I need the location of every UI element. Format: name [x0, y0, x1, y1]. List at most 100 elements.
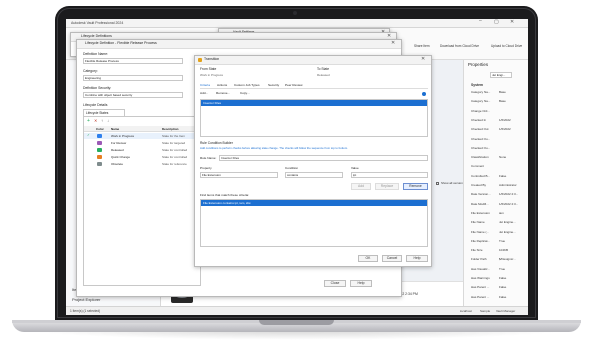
- state-row[interactable]: Obsolete State for reference: [84, 161, 200, 167]
- close-icon[interactable]: ✕: [391, 41, 395, 46]
- minimize-icon[interactable]: –: [479, 19, 482, 24]
- definition-name-label: Definition Name:: [83, 52, 109, 56]
- help-button[interactable]: Help: [350, 280, 372, 287]
- state-name: For Review: [111, 140, 127, 145]
- property-name: Change Ord...: [471, 108, 490, 113]
- rule-name-value: Inventor Files: [221, 156, 240, 160]
- property-name: Checked Ou...: [471, 145, 491, 150]
- state-description: State for reference: [162, 161, 187, 166]
- properties-dropdown[interactable]: Jet Engi...: [490, 72, 512, 78]
- definition-security-select[interactable]: Combine with object based security: [83, 92, 183, 98]
- copy-rule-button[interactable]: Copy...: [240, 91, 250, 95]
- state-color-icon: [97, 148, 102, 152]
- show-all-versions[interactable]: Show all versions: [436, 181, 466, 187]
- transition-title-bar: Transition ✕: [195, 56, 431, 65]
- transition-dialog: Transition ✕ From State Work in Progress…: [194, 55, 432, 267]
- value-value: ipt: [353, 173, 357, 177]
- close-icon[interactable]: ✕: [421, 57, 425, 62]
- status-selection: 1 Item(s) (1 selected): [70, 308, 101, 313]
- property-value: False: [499, 276, 507, 280]
- property-name: Category Na...: [471, 99, 491, 104]
- value-label: Value: [351, 166, 359, 170]
- from-state-value: Work in Progress: [200, 73, 223, 77]
- state-description: State for controlled: [162, 154, 188, 159]
- laptop-notch: [259, 320, 334, 325]
- tab-custom-job-types[interactable]: Custom Job Types: [234, 83, 260, 87]
- download-cloud-button[interactable]: Download from Cloud Drive: [440, 44, 479, 48]
- tab-criteria[interactable]: Criteria: [200, 83, 210, 87]
- help-button[interactable]: Help: [406, 255, 428, 262]
- lifecycle-definitions-title: Lifecycle Definitions: [81, 34, 112, 38]
- property-name: Category Na...: [471, 90, 491, 94]
- property-name: Has Warnings: [471, 276, 490, 280]
- properties-title: Properties: [468, 62, 489, 67]
- add-condition-button[interactable]: Add: [351, 183, 371, 190]
- property-value: True: [499, 266, 506, 271]
- state-row[interactable]: For Review State for targeted: [84, 140, 200, 146]
- property-select[interactable]: File Extension: [200, 172, 278, 178]
- value-field[interactable]: ipt: [351, 172, 428, 178]
- condition-select[interactable]: contains: [285, 172, 343, 178]
- property-value: False: [499, 173, 507, 178]
- states-header: Color Name Description: [84, 126, 200, 132]
- info-icon[interactable]: [422, 92, 426, 96]
- move-up-icon[interactable]: ↑: [101, 119, 103, 123]
- nav-project-explorer[interactable]: Project Explorer: [72, 298, 100, 302]
- tab-peer-review[interactable]: Peer Review: [285, 83, 303, 87]
- properties-section: System: [471, 83, 484, 87]
- status-vault: Sample: [480, 308, 491, 313]
- close-icon[interactable]: ✕: [510, 20, 514, 25]
- property-value: iam: [499, 210, 504, 215]
- delete-state-icon[interactable]: ✕: [94, 119, 97, 123]
- definition-name-field[interactable]: Flexible Release Process: [83, 58, 183, 64]
- screen: Autodesk Vault Professional 2024 ✕ ▢ – C…: [66, 19, 528, 315]
- status-manager: Vault Manager: [496, 308, 516, 313]
- remove-condition-button[interactable]: Remove: [403, 183, 428, 190]
- state-description: State for the Item: [162, 133, 186, 138]
- property-value: Base: [499, 99, 506, 104]
- definition-security-value: Combine with object based security: [85, 93, 133, 97]
- property-value: False: [499, 294, 507, 299]
- default-state-icon: ✓: [87, 133, 90, 137]
- property-name: Checked Ou...: [471, 136, 491, 141]
- webcam-icon: [293, 11, 297, 15]
- state-row[interactable]: ✓ Work in Progress State for the Item: [84, 133, 200, 139]
- category-select[interactable]: Engineering: [83, 75, 183, 81]
- property-value: Jet Engine...: [499, 220, 516, 225]
- tab-actions[interactable]: Actions: [217, 83, 227, 87]
- status-bar: 1 Item(s) (1 selected) localhost Sample …: [66, 306, 528, 315]
- properties-dropdown-value: Jet Engi...: [492, 73, 506, 77]
- rule-row-selected[interactable]: Inventor Files: [201, 100, 427, 106]
- show-all-versions-label: Show all versions: [441, 181, 465, 185]
- property-name: Checked In: [471, 117, 487, 122]
- close-button[interactable]: Close: [324, 280, 346, 287]
- remove-rule-button[interactable]: Remove...: [216, 91, 230, 95]
- maximize-icon[interactable]: ▢: [494, 20, 499, 25]
- ok-button[interactable]: OK: [358, 255, 378, 262]
- property-value: 1/6/2022 2:3...: [499, 201, 519, 206]
- state-row[interactable]: Released State for controlled: [84, 147, 200, 153]
- property-value: 1/6/2022: [499, 127, 511, 132]
- property-value: 1/6/2022 2:3...: [499, 192, 519, 197]
- property-value: True: [499, 238, 506, 243]
- rule-name-field[interactable]: Inventor Files: [219, 155, 428, 161]
- condition-value: contains: [287, 173, 299, 177]
- upload-cloud-button[interactable]: Upload to Cloud Drive: [491, 44, 522, 48]
- tab-security[interactable]: Security: [268, 83, 279, 87]
- move-down-icon[interactable]: ↓: [107, 119, 109, 123]
- replace-condition-button[interactable]: Replace: [375, 183, 399, 190]
- property-value: 1/6/2022: [499, 117, 511, 122]
- property-name: File Size: [471, 248, 483, 253]
- cancel-button[interactable]: Cancel: [382, 255, 402, 262]
- property-name: Date Modifi...: [471, 201, 489, 206]
- criteria-row-selected[interactable]: File Extension contains ipt, iam, idw: [201, 200, 427, 206]
- checkbox-icon[interactable]: [436, 182, 439, 185]
- app-title: Autodesk Vault Professional 2024: [71, 20, 124, 25]
- share-item-button[interactable]: Share Item: [414, 44, 430, 48]
- definition-security-label: Definition Security:: [83, 86, 112, 90]
- property-value: Jet Engine...: [499, 229, 516, 234]
- criteria-list: File Extension contains ipt, iam, idw: [200, 199, 428, 247]
- state-row[interactable]: Quick Change State for controlled: [84, 154, 200, 160]
- add-state-icon[interactable]: +: [87, 119, 90, 124]
- add-rule-button[interactable]: Add...: [200, 91, 208, 95]
